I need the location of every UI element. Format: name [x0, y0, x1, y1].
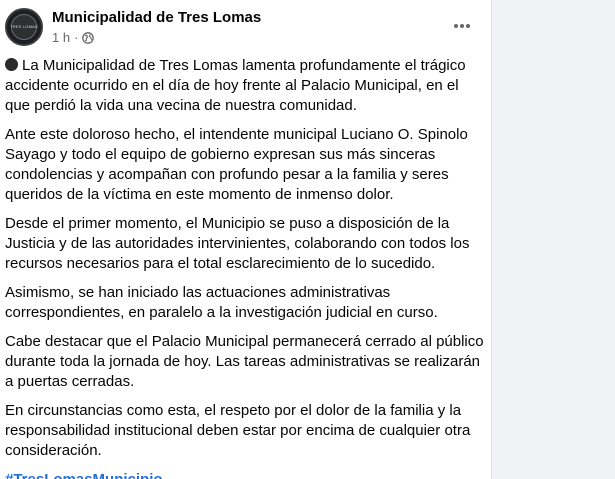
hashtag-link[interactable]: #TresLomasMunicipio — [5, 471, 163, 479]
post-paragraph: Ante este doloroso hecho, el intendente … — [5, 126, 468, 203]
post-timestamp[interactable]: 1 h — [52, 30, 70, 45]
post-paragraph: En circunstancias como esta, el respeto … — [5, 402, 471, 459]
post-paragraph: Cabe destacar que el Palacio Municipal p… — [5, 333, 484, 390]
page-avatar[interactable]: TRES LOMAS — [5, 8, 43, 46]
post-paragraph: Desde el primer momento, el Municipio se… — [5, 215, 470, 272]
black-circle-icon — [5, 58, 18, 71]
globe-icon[interactable] — [82, 31, 95, 44]
more-options-button[interactable] — [448, 12, 476, 40]
post-card: TRES LOMAS Municipalidad de Tres Lomas 1… — [0, 0, 492, 479]
page-name-link[interactable]: Municipalidad de Tres Lomas — [52, 9, 261, 26]
post-body: La Municipalidad de Tres Lomas lamenta p… — [5, 56, 485, 479]
post-meta: 1 h · — [52, 30, 95, 45]
avatar-logo-text: TRES LOMAS — [10, 24, 38, 29]
post-paragraph: La Municipalidad de Tres Lomas lamenta p… — [5, 57, 466, 114]
hashtag-line: #TresLomasMunicipio — [5, 470, 485, 479]
post-header: TRES LOMAS Municipalidad de Tres Lomas 1… — [0, 0, 491, 52]
feed-background — [492, 0, 615, 479]
more-options-icon — [454, 24, 470, 28]
post-paragraph: Asimismo, se han iniciado las actuacione… — [5, 284, 438, 321]
meta-separator: · — [74, 30, 79, 45]
